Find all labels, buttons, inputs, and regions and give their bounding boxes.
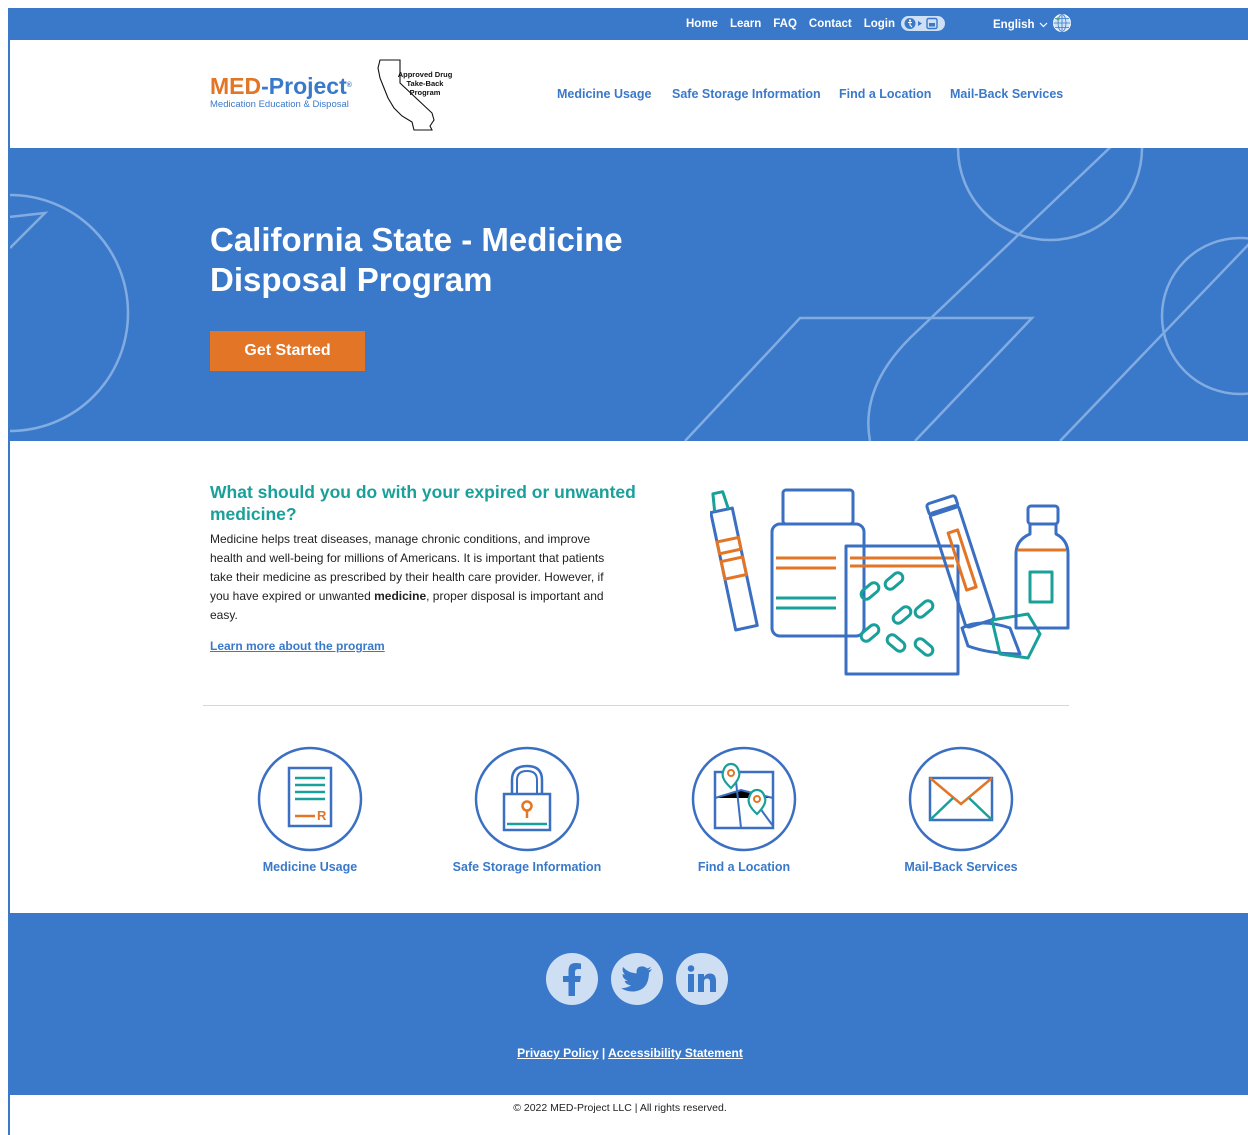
facebook-icon[interactable] (546, 953, 598, 1005)
accessibility-toggle[interactable] (901, 16, 946, 31)
language-selector[interactable]: English (993, 14, 1072, 33)
utility-link-learn[interactable]: Learn (730, 18, 761, 30)
prescription-icon: R (257, 746, 363, 852)
accessibility-icon (904, 17, 938, 30)
nav-medicine-usage[interactable]: Medicine Usage (557, 87, 651, 101)
envelope-icon (908, 746, 1014, 852)
feature-medicine-usage[interactable]: R Medicine Usage (210, 746, 410, 874)
page: Home Learn FAQ Contact Login English MED… (8, 8, 1248, 1135)
svg-text:R: R (317, 808, 327, 823)
map-pin-icon (691, 746, 797, 852)
site-header: MED-Project® Medication Education & Disp… (10, 40, 1248, 148)
utility-link-home[interactable]: Home (686, 18, 718, 30)
privacy-policy-link[interactable]: Privacy Policy (517, 1046, 598, 1060)
nav-mail-back[interactable]: Mail-Back Services (950, 87, 1063, 101)
hero-title: California State - Medicine Disposal Pro… (210, 221, 623, 298)
lock-icon (474, 746, 580, 852)
language-label: English (993, 18, 1035, 31)
feature-find-location[interactable]: Find a Location (644, 746, 844, 874)
chevron-down-icon (1039, 22, 1047, 27)
med-project-logo[interactable]: MED-Project® Medication Education & Disp… (210, 74, 352, 110)
approved-badge-text: Approved Drug Take-Back Program (397, 70, 453, 97)
copyright-text: © 2022 MED-Project LLC | All rights rese… (513, 1102, 727, 1114)
twitter-icon[interactable] (611, 953, 663, 1005)
utility-link-login[interactable]: Login (864, 18, 895, 30)
globe-icon (1052, 14, 1071, 32)
feature-label: Find a Location (697, 860, 791, 874)
feature-label: Medicine Usage (262, 860, 358, 874)
feature-label: Mail-Back Services (904, 860, 1018, 874)
utility-bar: Home Learn FAQ Contact Login English (10, 8, 1248, 40)
logo-wordmark: MED-Project® (210, 73, 352, 99)
logo-tagline: Medication Education & Disposal (210, 99, 349, 110)
utility-link-faq[interactable]: FAQ (773, 18, 797, 30)
nav-find-location[interactable]: Find a Location (839, 87, 931, 101)
medicine-illustration (710, 488, 1070, 676)
learn-more-link[interactable]: Learn more about the program (210, 639, 385, 653)
utility-link-contact[interactable]: Contact (809, 18, 852, 30)
section-divider (203, 705, 1069, 706)
intro-heading: What should you do with your expired or … (210, 482, 636, 524)
feature-safe-storage[interactable]: Safe Storage Information (427, 746, 627, 874)
linkedin-icon[interactable] (676, 953, 728, 1005)
hero-banner: California State - Medicine Disposal Pro… (10, 148, 1248, 441)
nav-safe-storage[interactable]: Safe Storage Information (672, 87, 821, 101)
utility-links: Home Learn FAQ Contact Login (686, 16, 946, 31)
get-started-button[interactable]: Get Started (210, 331, 365, 371)
intro-paragraph: Medicine helps treat diseases, manage ch… (210, 532, 605, 622)
site-footer: Privacy Policy | Accessibility Statement (10, 913, 1248, 1095)
footer-separator: | (601, 1046, 606, 1060)
footer-links: Privacy Policy | Accessibility Statement (10, 1046, 1248, 1060)
feature-label: Safe Storage Information (452, 860, 602, 874)
accessibility-statement-link[interactable]: Accessibility Statement (608, 1046, 743, 1060)
feature-mail-back[interactable]: Mail-Back Services (861, 746, 1061, 874)
